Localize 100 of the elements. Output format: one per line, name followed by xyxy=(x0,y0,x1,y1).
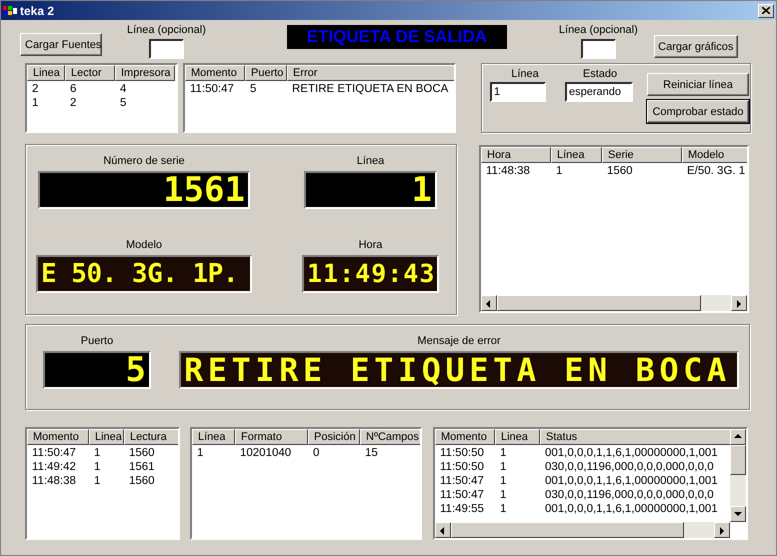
table-cell-text: 001,0,0,0,1,1,6,1,00000000,1,001 xyxy=(544,446,719,460)
column-header[interactable]: Posición xyxy=(308,429,360,445)
display-label: Número de serie xyxy=(103,155,185,167)
table-cell-text: 2 xyxy=(69,96,78,110)
horizontal-scrollbar[interactable] xyxy=(481,295,747,311)
column-header[interactable]: Modelo xyxy=(682,147,747,163)
column-header[interactable]: Momento xyxy=(27,429,89,445)
scroll-up-button[interactable] xyxy=(730,429,746,445)
close-button[interactable] xyxy=(758,4,774,18)
column-header[interactable]: Línea xyxy=(192,429,235,445)
table-cell-text: 11:50:47 xyxy=(189,82,235,96)
column-header[interactable]: Hora xyxy=(481,147,551,163)
table-cell-text: 1560 xyxy=(606,164,634,178)
table-cell-text: 11:49:55 xyxy=(439,502,485,516)
model-display: E 50. 3G. 1P. xyxy=(36,254,252,292)
table-cell-text: 1 xyxy=(93,474,102,488)
load-fonts-button[interactable]: Cargar Fuentes xyxy=(20,33,102,56)
table-cell-text: 1 xyxy=(499,460,508,474)
scroll-right-button[interactable] xyxy=(714,522,730,538)
time-display: 11:49:43 xyxy=(302,254,439,292)
scroll-left-button[interactable] xyxy=(435,522,451,538)
table-cell-text: 4 xyxy=(119,82,128,96)
display-label: Mensaje de error xyxy=(417,335,501,347)
reset-line-button[interactable]: Reiniciar línea xyxy=(647,73,749,96)
table-cell-text: 001,0,0,0,1,1,6,1,00000000,1,001 xyxy=(544,502,719,516)
table-cell-text: 030,0,0,1196,000,0,0,0,000,0,0,0 xyxy=(544,460,715,474)
table-cell-text: 1560 xyxy=(128,474,156,488)
column-header[interactable]: Lector xyxy=(65,65,115,81)
table-cell-text: 11:50:50 xyxy=(439,460,485,474)
serial-number-display: 1561 xyxy=(38,171,250,209)
column-header[interactable]: NºCampos xyxy=(360,429,420,445)
table-cell-text: 1 xyxy=(499,446,508,460)
column-header[interactable]: Status xyxy=(540,429,730,445)
column-header[interactable]: Momento xyxy=(435,429,495,445)
horizontal-scrollbar[interactable] xyxy=(435,522,730,538)
table-cell-text: 11:50:47 xyxy=(439,488,485,502)
table-cell-text: 6 xyxy=(69,82,78,96)
check-state-button[interactable]: Comprobar estado xyxy=(647,100,749,123)
vertical-scrollbar[interactable] xyxy=(730,429,746,522)
column-header[interactable]: Puerto xyxy=(245,65,287,81)
table-cell-text: 1 xyxy=(499,474,508,488)
table-cell-text: 5 xyxy=(119,96,128,110)
scroll-left-button[interactable] xyxy=(481,295,497,311)
column-header[interactable]: Serie xyxy=(602,147,682,163)
column-header[interactable]: Formato xyxy=(235,429,308,445)
column-header[interactable]: Linea xyxy=(495,429,540,445)
table-cell-text: 11:50:47 xyxy=(439,474,485,488)
line-field[interactable]: 1 xyxy=(490,82,546,102)
table-cell-text: 1 xyxy=(93,446,102,460)
field-label: Estado xyxy=(582,68,618,80)
close-icon xyxy=(762,7,770,14)
scroll-thumb[interactable] xyxy=(497,295,701,311)
column-header[interactable]: Linea xyxy=(27,65,65,81)
table-cell-text: RETIRE ETIQUETA EN BOCA xyxy=(291,82,450,96)
table-cell-text: 0 xyxy=(312,446,320,460)
error-message-display: RETIRE ETIQUETA EN BOCA xyxy=(179,351,739,389)
column-header[interactable]: Línea xyxy=(551,147,602,163)
table-cell-text: 11:48:38 xyxy=(485,164,531,178)
line-input-field[interactable] xyxy=(148,39,184,59)
scroll-down-button[interactable] xyxy=(730,506,746,522)
column-header[interactable]: Impresora xyxy=(115,65,175,81)
table-cell-text: 11:48:38 xyxy=(31,474,77,488)
table-cell-text: 11:49:42 xyxy=(31,460,77,474)
display-label: Línea xyxy=(356,155,384,167)
column-header[interactable]: Linea xyxy=(89,429,124,445)
table-cell-text: 1561 xyxy=(128,460,156,474)
field-label: Línea (opcional) xyxy=(558,24,638,36)
table-cell-text: 001,0,0,0,1,1,6,1,00000000,1,001 xyxy=(544,474,719,488)
state-field[interactable]: esperando xyxy=(565,82,633,102)
scroll-thumb[interactable] xyxy=(451,522,684,538)
table-cell-text: 10201040 xyxy=(239,446,292,460)
table-cell-text: 1 xyxy=(93,460,102,474)
column-header[interactable]: Momento xyxy=(185,65,245,81)
table-cell-text: 1 xyxy=(499,488,508,502)
table-cell-text: 1 xyxy=(499,502,508,516)
table-cell-text: 1560 xyxy=(128,446,156,460)
window-title: teka 2 xyxy=(20,4,56,18)
table-cell-text: 1 xyxy=(196,446,204,460)
screen-title: ETIQUETA DE SALIDA xyxy=(286,25,507,49)
column-header[interactable]: Lectura xyxy=(124,429,178,445)
display-label: Puerto xyxy=(80,335,114,347)
port-display: 5 xyxy=(43,351,151,389)
table-cell-text: 2 xyxy=(31,82,40,96)
load-graphics-button[interactable]: Cargar gráficos xyxy=(654,35,738,58)
field-label: Línea (opcional) xyxy=(127,24,206,36)
scroll-thumb[interactable] xyxy=(730,445,746,475)
display-label: Modelo xyxy=(126,238,162,250)
display-label: Hora xyxy=(358,238,382,250)
table-cell-text: 5 xyxy=(249,82,258,96)
scroll-right-button[interactable] xyxy=(731,295,747,311)
table-cell-text: E/50. 3G. 1 xyxy=(686,164,746,178)
table-cell-text: 11:50:47 xyxy=(31,446,77,460)
table-cell-text: 030,0,0,1196,000,0,0,0,000,0,0,0 xyxy=(544,488,715,502)
field-label: Línea xyxy=(511,68,539,80)
table-cell-text: 11:50:50 xyxy=(439,446,485,460)
table-cell-text: 1 xyxy=(31,96,40,110)
table-cell-text: 1 xyxy=(555,164,564,178)
column-header[interactable]: Error xyxy=(287,65,454,81)
line-input-field[interactable] xyxy=(580,39,616,59)
line-display: 1 xyxy=(304,171,437,209)
